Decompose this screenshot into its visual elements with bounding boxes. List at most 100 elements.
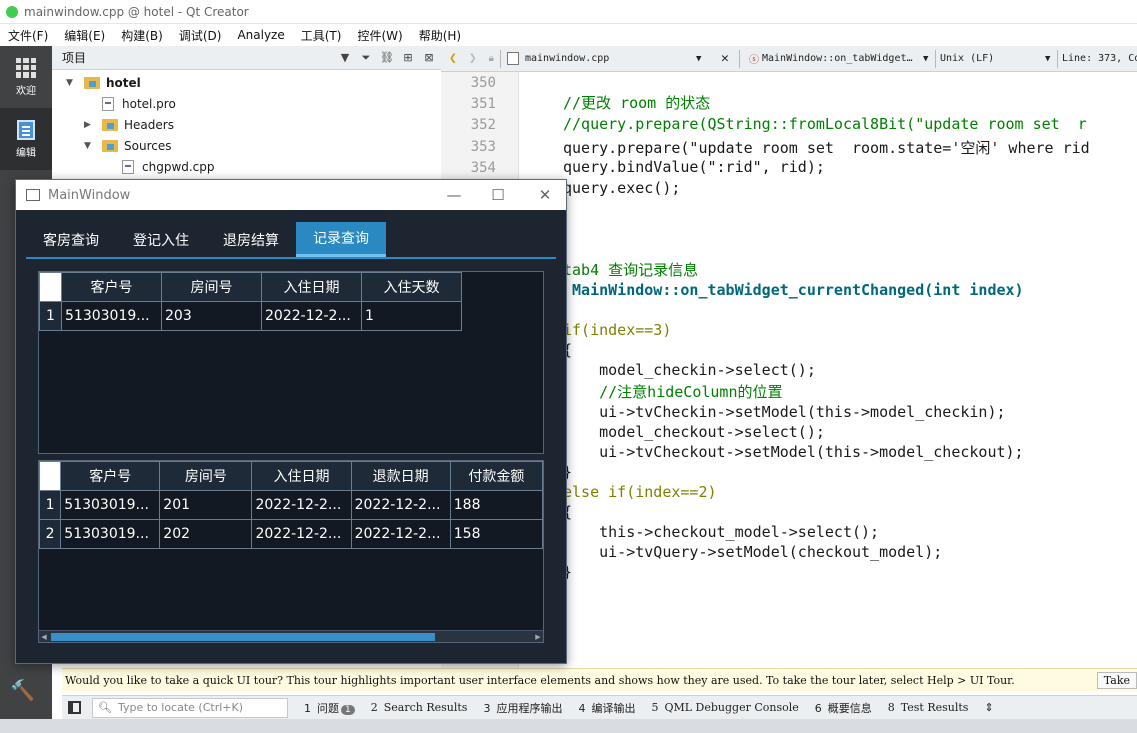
- table-cell[interactable]: 188: [449, 490, 543, 520]
- column-header[interactable]: 退款日期: [350, 461, 451, 491]
- row-header[interactable]: 2: [39, 519, 62, 549]
- mode-edit[interactable]: 编辑: [0, 108, 52, 170]
- table-cell[interactable]: 2022-12-2...: [261, 301, 362, 331]
- column-header[interactable]: 房间号: [159, 461, 253, 491]
- tree-item-chgpwd[interactable]: chgpwd.cpp: [122, 156, 215, 177]
- cursor-position[interactable]: Line: 373, Co: [1062, 53, 1137, 64]
- code-line: //query.prepare(QString::fromLocal8Bit("…: [563, 115, 1087, 133]
- file-dropdown-icon[interactable]: ▼: [696, 54, 701, 64]
- menu-analyze[interactable]: Analyze: [229, 28, 292, 42]
- tab-app-output[interactable]: 3 应用程序输出: [483, 700, 562, 716]
- maximize-icon[interactable]: ☐: [487, 184, 509, 206]
- filter-icon[interactable]: ⏷: [357, 49, 375, 67]
- up-down-arrow-icon[interactable]: ⇕: [984, 701, 993, 714]
- pro-file-icon: [102, 96, 114, 111]
- tab-general-messages[interactable]: 6 概要信息: [815, 700, 872, 716]
- locator-input[interactable]: 🔍︎ Type to locate (Ctrl+K): [92, 697, 288, 718]
- collapsed-arrow-icon[interactable]: ▶: [84, 120, 96, 130]
- tree-item-hotel-pro[interactable]: hotel.pro: [102, 93, 176, 114]
- code-line: this->checkout_model->select();: [563, 523, 880, 541]
- line-ending-selector[interactable]: Unix (LF): [940, 53, 994, 64]
- expand-arrow-icon[interactable]: ▼: [66, 78, 78, 88]
- tree-item-sources[interactable]: ▼ Sources: [84, 135, 171, 156]
- toggle-sidebar-icon[interactable]: [68, 701, 81, 714]
- menu-tools[interactable]: 工具(T): [293, 27, 350, 44]
- menu-debug[interactable]: 调试(D): [171, 27, 230, 44]
- table-cell[interactable]: 1: [361, 301, 462, 331]
- menu-help[interactable]: 帮助(H): [411, 27, 469, 44]
- column-header[interactable]: 入住日期: [251, 461, 352, 491]
- checkin-grid: 客户号 房间号 入住日期 入住天数 1 51303019... 203 2022…: [39, 272, 462, 331]
- forward-arrow-icon[interactable]: ❯: [469, 51, 477, 66]
- horizontal-scrollbar[interactable]: ◀ ▶: [39, 630, 543, 642]
- row-header[interactable]: 1: [39, 301, 62, 331]
- checkout-table[interactable]: 客户号 房间号 入住日期 退款日期 付款金额 1 51303019... 201…: [38, 460, 544, 643]
- back-arrow-icon[interactable]: ❮: [449, 51, 457, 66]
- tree-item-hotel[interactable]: ▼ hotel: [66, 72, 141, 93]
- take-tour-button[interactable]: Take: [1096, 672, 1137, 689]
- main-window-title: MainWindow: [48, 187, 131, 203]
- build-hammer-icon[interactable]: 🔨: [10, 678, 40, 702]
- mode-welcome[interactable]: 欢迎: [0, 46, 52, 108]
- expand-arrow-icon[interactable]: ▼: [84, 141, 96, 151]
- line-number: 351: [470, 96, 496, 112]
- column-header[interactable]: 入住天数: [361, 272, 462, 302]
- table-cell[interactable]: 51303019...: [60, 490, 161, 520]
- table-row[interactable]: 1 51303019... 203 2022-12-2... 1: [39, 301, 462, 331]
- link-icon[interactable]: ⛓: [378, 49, 396, 67]
- table-cell[interactable]: 51303019...: [60, 519, 161, 549]
- table-cell[interactable]: 201: [159, 490, 253, 520]
- locator-placeholder: Type to locate (Ctrl+K): [117, 701, 244, 714]
- tab-record-query[interactable]: 记录查询: [296, 222, 386, 257]
- table-corner[interactable]: [39, 272, 62, 302]
- tab-compile-output[interactable]: 4 编译输出: [578, 700, 635, 716]
- split-icon[interactable]: ⊞: [399, 49, 417, 67]
- menu-controls[interactable]: 控件(W): [349, 27, 410, 44]
- ui-tour-infobar: Would you like to take a quick UI tour? …: [62, 668, 1137, 692]
- table-cell[interactable]: 202: [159, 519, 253, 549]
- tab-issues[interactable]: 1 问题 1: [304, 700, 355, 716]
- table-corner[interactable]: [39, 461, 62, 491]
- scroll-left-icon[interactable]: ◀: [39, 631, 49, 642]
- tab-qml-debugger[interactable]: 5 QML Debugger Console: [651, 701, 798, 714]
- tab-test-results[interactable]: 8 Test Results: [888, 701, 969, 714]
- scrollbar-thumb[interactable]: [51, 633, 435, 641]
- function-selector[interactable]: MainWindow::on_tabWidget…: [762, 53, 913, 64]
- column-header[interactable]: 房间号: [161, 272, 262, 302]
- column-header[interactable]: 客户号: [60, 461, 161, 491]
- table-cell[interactable]: 2022-12-2...: [251, 519, 352, 549]
- table-cell[interactable]: 2022-12-2...: [350, 490, 451, 520]
- tree-item-headers[interactable]: ▶ Headers: [84, 114, 174, 135]
- editor-file-name[interactable]: mainwindow.cpp: [525, 53, 609, 64]
- table-row[interactable]: 2 51303019... 202 2022-12-2... 2022-12-2…: [39, 519, 543, 549]
- minimize-icon[interactable]: —: [443, 184, 465, 206]
- close-pane-icon[interactable]: ⊠: [420, 49, 438, 67]
- checkin-table[interactable]: 客户号 房间号 入住日期 入住天数 1 51303019... 203 2022…: [38, 271, 544, 454]
- scroll-right-icon[interactable]: ▶: [533, 631, 543, 642]
- table-cell[interactable]: 203: [161, 301, 262, 331]
- code-editor[interactable]: //更改 room 的状态 //query.prepare(QString::f…: [519, 72, 1137, 668]
- tab-search-results[interactable]: 2 Search Results: [371, 701, 468, 714]
- table-row[interactable]: 1 51303019... 201 2022-12-2... 2022-12-2…: [39, 490, 543, 520]
- close-file-icon[interactable]: ✕: [721, 51, 729, 66]
- column-header[interactable]: 付款金额: [449, 461, 543, 491]
- row-header[interactable]: 1: [39, 490, 62, 520]
- table-cell[interactable]: 51303019...: [61, 301, 162, 331]
- column-header[interactable]: 入住日期: [261, 272, 362, 302]
- code-line: query.prepare("update room set room.stat…: [563, 139, 1090, 157]
- function-dropdown-icon[interactable]: ▼: [923, 54, 928, 64]
- menu-edit[interactable]: 编辑(E): [56, 27, 113, 44]
- menu-build[interactable]: 构建(B): [113, 27, 171, 44]
- table-cell[interactable]: 2022-12-2...: [350, 519, 451, 549]
- dropdown-arrow-icon[interactable]: ▼: [336, 49, 354, 67]
- menu-file[interactable]: 文件(F): [0, 27, 56, 44]
- tab-checkin[interactable]: 登记入住: [116, 222, 206, 257]
- tab-room-query[interactable]: 客房查询: [26, 222, 116, 257]
- table-cell[interactable]: 158: [449, 519, 543, 549]
- table-cell[interactable]: 2022-12-2...: [251, 490, 352, 520]
- close-icon[interactable]: ✕: [534, 184, 556, 206]
- menu-bar: 文件(F) 编辑(E) 构建(B) 调试(D) Analyze 工具(T) 控件…: [0, 24, 1137, 46]
- tab-checkout[interactable]: 退房结算: [206, 222, 296, 257]
- column-header[interactable]: 客户号: [61, 272, 162, 302]
- line-ending-dropdown-icon[interactable]: ▼: [1045, 54, 1050, 64]
